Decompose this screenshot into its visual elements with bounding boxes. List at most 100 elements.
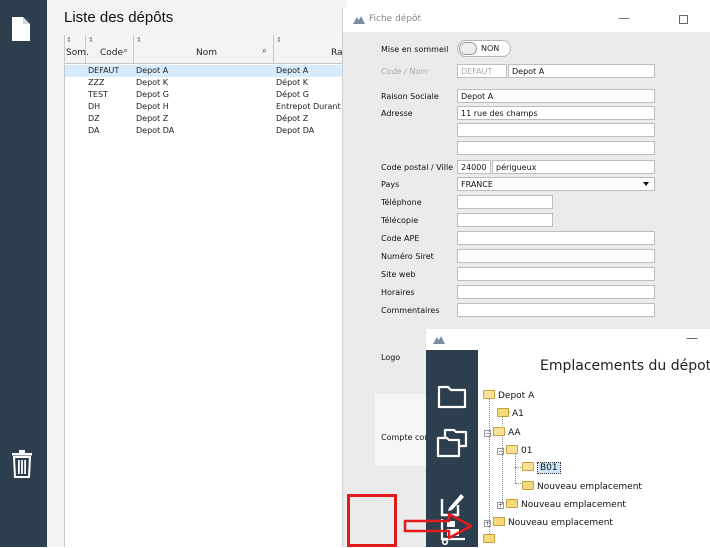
tree-node-new-2[interactable]: + Nouveau emplacement — [497, 499, 626, 513]
tree-node-root[interactable]: Depot A — [483, 390, 534, 404]
numero-siret-field[interactable] — [457, 249, 655, 263]
horaires-label: Horaires — [381, 288, 415, 297]
dropdown-arrow-icon — [643, 182, 649, 186]
list-title: Liste des dépôts — [64, 9, 174, 26]
col-nom-label: Nom — [196, 48, 218, 58]
cell-raison: Dépot Z — [276, 114, 309, 123]
folder-open-icon — [483, 390, 495, 399]
emplacements-body: Emplacements du dépot : Depot A A1 − AA −… — [478, 350, 710, 547]
fiche-titlebar: Fiche dépôt — — [343, 8, 710, 32]
filter-search-icon[interactable]: ⌕ — [262, 46, 267, 56]
adresse-field-2[interactable] — [457, 123, 655, 137]
pays-value: FRANCE — [461, 180, 493, 189]
code-field[interactable]: DEFAUT — [457, 64, 507, 78]
folder-open-icon — [493, 427, 505, 436]
cell-nom: Depot DA — [136, 126, 175, 135]
horaires-field[interactable] — [457, 285, 655, 299]
pays-label: Pays — [381, 180, 400, 189]
toggle-knob — [459, 42, 477, 55]
trash-icon[interactable] — [10, 450, 34, 478]
tree-node-b01[interactable]: B01 — [522, 462, 561, 476]
pays-select[interactable]: FRANCE — [457, 177, 655, 191]
app-logo-icon — [353, 16, 365, 24]
sort-icon: ⇕ — [276, 36, 282, 44]
tree-node-new-3[interactable]: + Nouveau emplacement — [484, 517, 613, 531]
cell-raison: Depot A — [276, 66, 309, 75]
code-nom-label: Code / Nom — [381, 67, 428, 76]
folder-icon — [522, 481, 534, 490]
cell-nom: Depot Z — [136, 114, 169, 123]
cell-nom: Depot K — [136, 78, 168, 87]
site-web-field[interactable] — [457, 267, 655, 281]
adresse-field-1[interactable]: 11 rue des champs — [457, 106, 655, 120]
telecopie-label: Télécopie — [381, 216, 419, 225]
col-code[interactable]: ⇕ Code ⌕ — [86, 35, 134, 63]
numero-siret-label: Numéro Siret — [381, 252, 434, 261]
tree-node-label: B01 — [537, 462, 561, 474]
minimize-button[interactable]: — — [686, 331, 698, 345]
cell-code: ZZZ — [88, 78, 105, 87]
tree-node-01[interactable]: − 01 — [497, 445, 532, 459]
expand-icon[interactable]: + — [484, 520, 491, 527]
raison-sociale-field[interactable]: Depot A — [457, 89, 655, 103]
tree-node-label: Nouveau emplacement — [537, 482, 642, 492]
telephone-label: Téléphone — [381, 198, 422, 207]
cell-code: DH — [88, 102, 101, 111]
emplacements-heading: Emplacements du dépot : — [540, 358, 710, 374]
adresse-field-3[interactable] — [457, 141, 655, 155]
copy-icon[interactable] — [436, 428, 468, 458]
expand-icon[interactable]: + — [497, 502, 504, 509]
ville-field[interactable]: périgueux — [492, 160, 655, 174]
collapse-icon[interactable]: − — [484, 430, 491, 437]
folder-icon — [493, 517, 505, 526]
telephone-field[interactable] — [457, 195, 553, 209]
maximize-button[interactable] — [679, 15, 688, 24]
code-ape-label: Code APE — [381, 234, 420, 243]
cell-raison: Dépot G — [276, 90, 309, 99]
filter-search-icon[interactable]: ⌕ — [123, 46, 128, 56]
new-document-icon[interactable] — [11, 16, 31, 42]
cell-nom: Depot G — [136, 90, 169, 99]
tree-node-aa[interactable]: − AA — [484, 427, 521, 441]
folder-icon[interactable] — [437, 383, 467, 409]
cp-ville-label: Code postal / Ville — [381, 163, 454, 172]
logo-label: Logo — [381, 353, 401, 362]
cell-code: DEFAUT — [88, 66, 120, 75]
app-logo-icon — [433, 336, 445, 344]
cell-code: TEST — [88, 90, 108, 99]
tree-node-a1[interactable]: A1 — [497, 408, 524, 422]
sort-icon: ⇕ — [88, 36, 94, 44]
tree-node-new-1[interactable]: Nouveau emplacement — [522, 481, 642, 495]
tree-node-label: Depot A — [498, 391, 535, 401]
fiche-title: Fiche dépôt — [369, 14, 422, 24]
telecopie-field[interactable] — [457, 213, 553, 227]
minimize-button[interactable]: — — [618, 11, 630, 25]
tree-node-label: Nouveau emplacement — [508, 518, 613, 528]
cell-code: DZ — [88, 114, 100, 123]
tree-node-partial[interactable] — [483, 534, 498, 548]
adresse-label: Adresse — [381, 109, 413, 118]
cell-raison: Depot DA — [276, 126, 315, 135]
nom-field[interactable]: Depot A — [508, 64, 655, 78]
commentaires-field[interactable] — [457, 303, 655, 317]
commentaires-label: Commentaires — [381, 306, 440, 315]
code-postal-field[interactable]: 24000 — [457, 160, 491, 174]
collapse-icon[interactable]: − — [497, 448, 504, 455]
sort-icon: ⇕ — [136, 36, 142, 44]
col-som[interactable]: ⇕ Som. — [65, 35, 89, 63]
folder-open-icon — [522, 462, 534, 471]
mise-en-sommeil-toggle[interactable]: NON — [457, 40, 511, 57]
code-ape-field[interactable] — [457, 231, 655, 245]
tree-node-label: A1 — [512, 409, 524, 419]
highlight-box — [347, 494, 397, 547]
tree-node-label: AA — [508, 428, 521, 438]
folder-open-icon — [506, 445, 518, 454]
col-nom[interactable]: ⇕ Nom ⌕ — [134, 35, 274, 63]
raison-sociale-label: Raison Sociale — [381, 92, 439, 101]
emplacements-titlebar: — — [426, 329, 710, 350]
cell-nom: Depot H — [136, 102, 169, 111]
depots-list-panel: Liste des dépôts ⇕ Som. ⇕ Code ⌕ ⇕ Nom ⌕… — [47, 0, 394, 547]
folder-icon — [483, 534, 495, 543]
col-code-label: Code — [100, 48, 124, 58]
tree-node-label: Nouveau emplacement — [521, 500, 626, 510]
